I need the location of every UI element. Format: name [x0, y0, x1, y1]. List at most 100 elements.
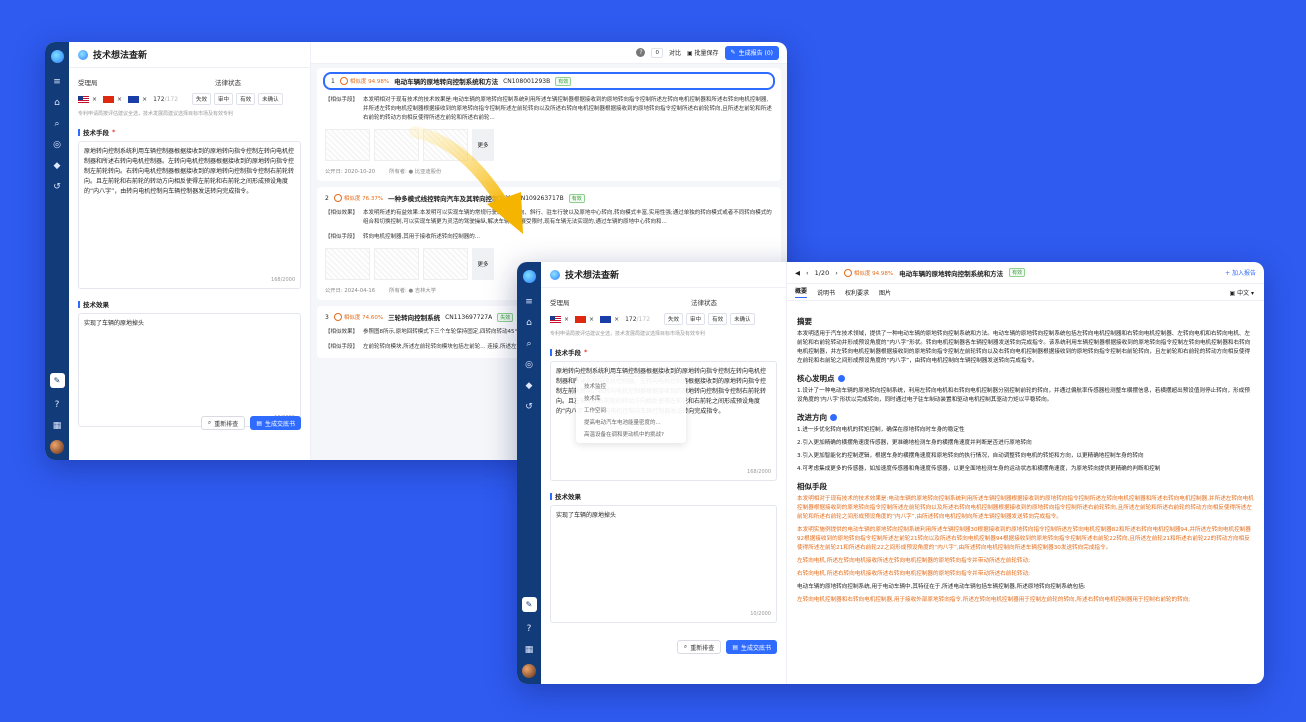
- history-icon[interactable]: ↺: [517, 396, 541, 417]
- layers-icon[interactable]: ◆: [45, 155, 69, 176]
- reset-button[interactable]: ⌕ 重新排查: [200, 416, 246, 430]
- tab-claims[interactable]: 权利要求: [845, 288, 869, 297]
- result-title[interactable]: 电动车辆的原地转向控制系统和方法: [394, 76, 498, 86]
- means-text: 本发明实施例提供的电动车辆的原地转向控制系统利用所述车辆控制器30根据接收到的原…: [797, 527, 1251, 551]
- expand-icon[interactable]: ≡: [45, 71, 69, 92]
- tech-effect-input[interactable]: 实现了车辆的原地掉头10/2000: [550, 505, 777, 623]
- help-icon[interactable]: ?: [636, 48, 646, 57]
- document-icon: ▤: [732, 643, 738, 651]
- status-chip[interactable]: 审中: [214, 93, 234, 105]
- search-icon[interactable]: ⌕: [45, 113, 69, 134]
- tech-effect-input[interactable]: 实现了车辆的原地掉头10/2000: [78, 313, 301, 427]
- remove-icon[interactable]: ×: [564, 316, 569, 323]
- char-counter: 168/2000: [747, 469, 771, 475]
- status-chip[interactable]: 未确认: [730, 313, 755, 325]
- remove-icon[interactable]: ×: [92, 96, 97, 103]
- expand-icon[interactable]: ≡: [517, 291, 541, 312]
- layers-icon[interactable]: ◆: [517, 375, 541, 396]
- help-icon[interactable]: ?: [45, 394, 69, 415]
- tab-images[interactable]: 图片: [879, 288, 891, 297]
- compare-button[interactable]: 对比: [669, 48, 681, 57]
- more-figures-button[interactable]: 更多: [472, 129, 494, 161]
- status-badge: 有效: [555, 76, 572, 86]
- result-title[interactable]: 三轮转向控制系统: [388, 312, 440, 322]
- tech-effect-heading: 技术效果: [541, 491, 786, 501]
- figure-thumbnail[interactable]: [325, 129, 370, 161]
- tab-summary[interactable]: 概要: [795, 286, 808, 298]
- char-counter: 168/2000: [271, 277, 295, 283]
- page-title: 技术想法查新: [69, 42, 310, 68]
- abstract-text: 本发明适用于汽车技术领域，提供了一种电动车辆的原地转向控制系统和方法。电动车辆的…: [797, 331, 1251, 364]
- cn-flag-icon: [103, 95, 115, 103]
- office-selector[interactable]: × × × 172/172 失效 审中 有效 未确认: [541, 307, 786, 325]
- generate-disclosure-button[interactable]: ▤ 生成交底书: [250, 416, 301, 430]
- status-chip[interactable]: 有效: [708, 313, 728, 325]
- radar-icon[interactable]: ◎: [517, 354, 541, 375]
- office-hint: 专利申请局按评估建议全选，技术发展局建议选择目标市场及有效专利: [550, 331, 706, 337]
- row-text: 本发明相对于现有技术的技术效果是:电动车辆的原地转向控制系统利用所述车辆控制器根…: [363, 97, 772, 121]
- result-title[interactable]: 一种多模式线控转向汽车及其转向控制方法: [388, 193, 512, 203]
- means-text: 右转向电机,所述右转向电机接收所述右转向电机控制器的原地转向指令并带动所述右前轮…: [797, 571, 1031, 577]
- result-card[interactable]: 1 相似度 94.98% 电动车辆的原地转向控制系统和方法 CN10800129…: [317, 68, 781, 181]
- improve-item: 3.引入更加智能化的控制逻辑，根据车身的横摆角速度和原地转向的执行情况，自动调整…: [797, 453, 1144, 459]
- improve-item: 1.进一步优化转向电机的转矩控制，确保在原地转向时车身的稳定性: [797, 427, 965, 433]
- figure-thumbnail[interactable]: [374, 129, 419, 161]
- workspace-icon[interactable]: ✎: [49, 373, 65, 388]
- status-chip[interactable]: 失效: [192, 93, 212, 105]
- next-icon[interactable]: ›: [835, 269, 838, 277]
- apps-grid-icon[interactable]: ▦: [517, 639, 541, 660]
- status-chip[interactable]: 有效: [236, 93, 256, 105]
- tab-description[interactable]: 说明书: [817, 288, 835, 297]
- language-select[interactable]: ▣ 中文 ▾: [1229, 288, 1254, 297]
- search-icon[interactable]: ⌕: [517, 333, 541, 354]
- dropdown-item[interactable]: 技术监控: [576, 380, 686, 392]
- home-icon[interactable]: ⌂: [517, 312, 541, 333]
- generate-disclosure-button[interactable]: ▤ 生成交底书: [726, 640, 777, 654]
- add-to-report-button[interactable]: + 加入报告: [1225, 268, 1256, 277]
- remove-icon[interactable]: ×: [117, 96, 122, 103]
- status-label: 法律状态: [691, 299, 717, 307]
- more-figures-button[interactable]: 更多: [472, 248, 494, 280]
- figure-thumbnail[interactable]: [423, 248, 468, 280]
- radar-icon[interactable]: ◎: [45, 134, 69, 155]
- figure-thumbnail[interactable]: [325, 248, 370, 280]
- back-icon[interactable]: ◀: [795, 269, 800, 277]
- status-chip[interactable]: 失效: [664, 313, 684, 325]
- detail-tabs: 概要 说明书 权利要求 图片 ▣ 中文 ▾: [787, 284, 1264, 301]
- result-header[interactable]: 1 相似度 94.98% 电动车辆的原地转向控制系统和方法 CN10800129…: [323, 72, 775, 90]
- publish-date: 公开日: 2024-04-16: [325, 288, 376, 294]
- history-icon[interactable]: ↺: [45, 176, 69, 197]
- owner: 所有者: ● 吉林大学: [389, 288, 437, 294]
- office-selector[interactable]: × × × 172/172 失效 审中 有效 未确认: [69, 87, 310, 105]
- remove-icon[interactable]: ×: [142, 96, 147, 103]
- detail-title: 电动车辆的原地转向控制系统和方法: [899, 269, 1004, 278]
- similarity-icon: [333, 313, 342, 321]
- workspace-icon[interactable]: ✎: [521, 597, 537, 612]
- apps-grid-icon[interactable]: ▦: [45, 415, 69, 436]
- prev-icon[interactable]: ‹: [806, 269, 809, 277]
- figure-thumbnail[interactable]: [423, 129, 468, 161]
- remove-icon[interactable]: ×: [589, 316, 594, 323]
- avatar[interactable]: [50, 440, 64, 454]
- help-icon[interactable]: ?: [517, 618, 541, 639]
- dropdown-item[interactable]: 提高电动汽车电池能量密度的...: [576, 416, 686, 428]
- dropdown-item[interactable]: 高温设备在调和更动机中的挑战?: [576, 428, 686, 440]
- row-text: 转向电机控制器,其用于接收所述转向控制器的...: [363, 234, 480, 240]
- dropdown-item[interactable]: 工作空间: [576, 404, 686, 416]
- home-icon[interactable]: ⌂: [45, 92, 69, 113]
- status-chip[interactable]: 未确认: [258, 93, 283, 105]
- status-chip[interactable]: 审中: [686, 313, 706, 325]
- detail-content: 摘要 本发明适用于汽车技术领域，提供了一种电动车辆的原地转向控制系统和方法。电动…: [787, 301, 1264, 684]
- result-header[interactable]: 2 相似度 76.37% 一种多模式线控转向汽车及其转向控制方法 CN10926…: [325, 193, 773, 203]
- means-text: 电动车辆的原地转向控制系统,用于电动车辆中,其特征在于,所述电动车辆包括车辆控制…: [797, 584, 1086, 590]
- generate-report-button[interactable]: ✎ 生成报告 (0): [724, 45, 779, 60]
- remove-icon[interactable]: ×: [614, 316, 619, 323]
- sidebar-rail: ≡ ⌂ ⌕ ◎ ◆ ↺ ✎ ? ▦: [45, 42, 69, 460]
- reset-button[interactable]: ⌕ 重新排查: [676, 640, 722, 654]
- avatar[interactable]: [522, 664, 536, 678]
- ai-icon: [830, 414, 837, 421]
- batch-save-button[interactable]: ▣ 批量保存: [687, 48, 719, 57]
- tech-means-input[interactable]: 原地转向控制系统利用车辆控制器根据接收到的原地转向指令控制左转向电机控制器和所述…: [78, 141, 301, 289]
- figure-thumbnail[interactable]: [374, 248, 419, 280]
- dropdown-item[interactable]: 技术库: [576, 392, 686, 404]
